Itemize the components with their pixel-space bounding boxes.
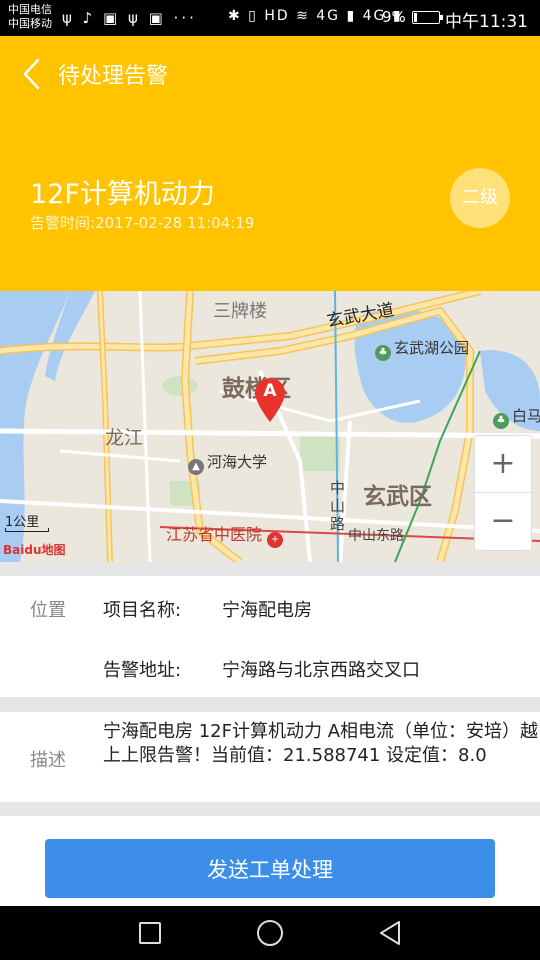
poi-label: 白马 (512, 407, 540, 425)
alarm-header: 待处理告警 12F计算机动力 告警时间:2017-02-28 11:04:19 … (0, 36, 540, 291)
poi-xuanwu-lake[interactable]: ♣ 玄武湖公园 (375, 337, 469, 361)
signal-icons: ✱ ▯ HD ≋ 4G ▮ 4G ▮ (228, 8, 403, 24)
map-scale-bar (5, 528, 49, 532)
triangle-back-icon[interactable] (378, 920, 402, 946)
alarm-address-value: 宁海路与北京西路交叉口 (222, 660, 420, 681)
system-nav-bar (0, 906, 540, 960)
road-label: 龙江 (105, 427, 144, 449)
project-name-label: 项目名称: (103, 600, 182, 621)
poi-label: 河海大学 (207, 453, 268, 471)
poi-label: 玄武湖公园 (394, 339, 470, 357)
poi-label: 江苏省中医院 (166, 525, 263, 544)
hospital-icon: + (267, 532, 284, 548)
zoom-out-button[interactable]: − (475, 493, 531, 550)
road-label: 中山东路 (348, 528, 404, 544)
location-map[interactable]: 三牌楼 玄武大道 ♣玄武湖公园 鼓楼区 龙江 ▲河海大学 ♣白马 玄武区 中 山… (0, 291, 540, 562)
page-title: 待处理告警 (58, 64, 169, 89)
action-bar: 发送工单处理 (0, 816, 540, 906)
square-icon[interactable] (139, 922, 161, 944)
marker-label: A (263, 381, 277, 401)
park-icon: ♣ (493, 413, 509, 429)
alarm-time-value: 2017-02-28 11:04:19 (95, 214, 255, 232)
vertical-road-label: 中 山 路 (330, 479, 345, 533)
zoom-control: + − (474, 435, 532, 551)
zoom-in-button[interactable]: + (475, 436, 531, 493)
park-icon: ♣ (375, 345, 391, 361)
road-label: 三牌楼 (213, 301, 267, 322)
send-work-order-button[interactable]: 发送工单处理 (45, 839, 495, 898)
location-section: 位置 项目名称: 宁海配电房 告警地址: 宁海路与北京西路交叉口 (0, 576, 540, 697)
alarm-time-label: 告警时间: (30, 214, 96, 232)
project-name-value: 宁海配电房 (222, 600, 312, 621)
district-label: 玄武区 (363, 484, 432, 510)
location-marker[interactable]: A (253, 377, 287, 423)
carrier-2: 中国移动 (8, 17, 52, 30)
description-section-label: 描述 (30, 750, 66, 771)
circle-icon[interactable] (257, 920, 283, 946)
chevron-left-icon[interactable] (20, 56, 44, 92)
carrier-1: 中国电信 (8, 3, 52, 16)
poi-hospital[interactable]: 江苏省中医院 + (166, 521, 286, 548)
road-char: 路 (330, 515, 346, 533)
alarm-level-badge: 二级 (450, 168, 510, 228)
baidu-map-logo: Baidu地图 (3, 543, 66, 557)
alarm-description: 宁海配电房 12F计算机动力 A相电流（单位：安培）越上上限告警！当前值：21.… (103, 721, 539, 766)
school-icon: ▲ (188, 459, 204, 475)
poi-baima[interactable]: ♣ 白马 (493, 405, 540, 429)
battery-icon (412, 11, 443, 24)
alarm-title: 12F计算机动力 (30, 179, 215, 210)
carrier-names: 中国电信 中国移动 (8, 3, 52, 31)
notification-icons: ψ ♪ ▣ ψ ▣ ··· (62, 9, 197, 27)
location-section-label: 位置 (30, 600, 66, 621)
alarm-address-label: 告警地址: (103, 660, 182, 681)
status-bar: 中国电信 中国移动 ψ ♪ ▣ ψ ▣ ··· ✱ ▯ HD ≋ 4G ▮ 4G… (0, 0, 540, 36)
alarm-time: 告警时间:2017-02-28 11:04:19 (30, 212, 254, 233)
description-section: 描述 宁海配电房 12F计算机动力 A相电流（单位：安培）越上上限告警！当前值：… (0, 712, 540, 802)
clock: 中午11:31 (445, 12, 528, 32)
road-char: 山 (330, 497, 346, 515)
poi-hohai-university[interactable]: ▲ 河海大学 (188, 451, 267, 475)
battery-percent: 9% (382, 8, 406, 26)
road-char: 中 (330, 479, 346, 497)
